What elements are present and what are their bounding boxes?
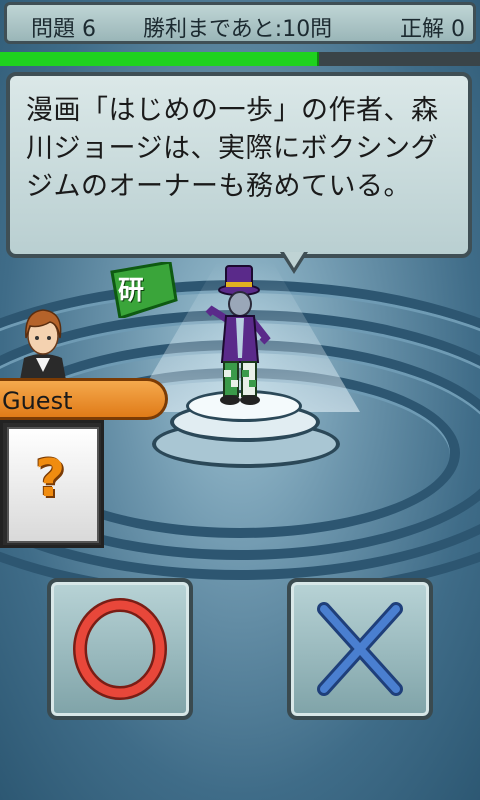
speech-tail-inner xyxy=(284,252,304,268)
player-answer-card: ? xyxy=(7,427,99,543)
genre-badge: 研 xyxy=(108,260,178,320)
correct-count: 正解 0 xyxy=(400,17,465,42)
player-avatar xyxy=(14,302,72,380)
circle-icon xyxy=(73,598,167,700)
remaining-to-win: 勝利まであと:10問 xyxy=(143,17,333,42)
question-box: 漫画「はじめの一歩」の作者、森川ジョージは、実際にボクシングジムのオーナーも務め… xyxy=(6,72,472,258)
false-answer-button[interactable] xyxy=(287,578,433,720)
host-character xyxy=(200,262,280,412)
genre-badge-label: 研 xyxy=(118,276,145,306)
question-number: 問題 6 xyxy=(31,17,96,42)
timer-progress-fill xyxy=(0,52,319,66)
player-card-frame: ? xyxy=(0,420,104,548)
unknown-answer-icon: ? xyxy=(35,449,66,509)
true-answer-button[interactable] xyxy=(47,578,193,720)
timer-progress-track xyxy=(0,52,480,66)
player-name-bar: Guest xyxy=(0,378,168,420)
player-name: Guest xyxy=(2,387,73,415)
cross-icon xyxy=(317,602,403,696)
question-text: 漫画「はじめの一歩」の作者、森川ジョージは、実際にボクシングジムのオーナーも務め… xyxy=(26,95,439,202)
status-bar: 問題 6 勝利まであと:10問 正解 0 xyxy=(4,2,476,44)
